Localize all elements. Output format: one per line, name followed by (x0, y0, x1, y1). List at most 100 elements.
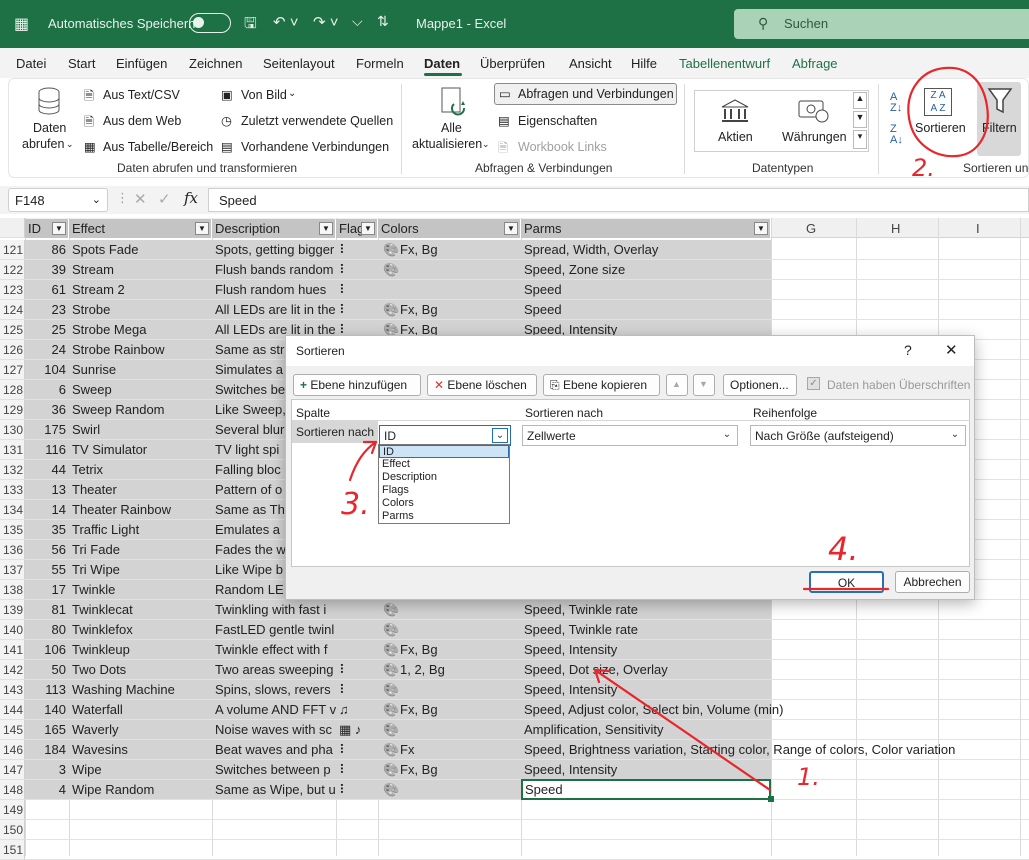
table-cell-effect[interactable]: Wipe (69, 760, 212, 780)
row-number[interactable]: 147 (0, 760, 25, 780)
table-cell-parms[interactable]: Speed, Intensity (521, 640, 1029, 660)
filter-button[interactable]: Filtern (977, 82, 1021, 156)
table-cell-id[interactable]: 36 (25, 400, 69, 420)
table-cell-effect[interactable]: Twinkle (69, 580, 212, 600)
row-number[interactable]: 136 (0, 540, 25, 560)
table-cell-id[interactable]: 81 (25, 600, 69, 620)
table-cell-effect[interactable]: Traffic Light (69, 520, 212, 540)
add-level-button[interactable]: + Ebene hinzufügen (293, 374, 421, 396)
table-cell-flag[interactable]: ⠇ (336, 260, 378, 280)
tab-datei[interactable]: Datei (16, 56, 46, 71)
tab-tabellenentwurf[interactable]: Tabellenentwurf (679, 56, 770, 71)
eigenschaften-button[interactable]: Eigenschaften (518, 114, 597, 128)
table-cell-flag[interactable] (336, 620, 378, 640)
gallery-down-button[interactable]: ▼ (853, 111, 867, 128)
has-headers-checkbox[interactable]: ✓ (807, 377, 820, 390)
table-cell-effect[interactable]: Tetrix (69, 460, 212, 480)
von-bild-button[interactable]: Von Bild (241, 88, 287, 102)
column-letter[interactable]: G (806, 221, 816, 236)
dropdown-option-effect[interactable]: Effect (379, 458, 509, 471)
row-number[interactable]: 142 (0, 660, 25, 680)
tab-seitenlayout[interactable]: Seitenlayout (263, 56, 335, 71)
table-cell-desc[interactable]: Switches between p (212, 760, 336, 780)
table-cell-flag[interactable] (336, 640, 378, 660)
table-cell-id[interactable]: 24 (25, 340, 69, 360)
table-header-cell[interactable]: Parms ▼ (521, 219, 771, 238)
table-cell-parms[interactable]: Speed, Intensity (521, 760, 1029, 780)
table-cell-id[interactable]: 13 (25, 480, 69, 500)
table-cell-id[interactable]: 80 (25, 620, 69, 640)
table-cell-id[interactable]: 184 (25, 740, 69, 760)
gallery-up-button[interactable]: ▲ (853, 92, 867, 109)
table-cell-parms[interactable]: Speed, Dot size, Overlay (521, 660, 1029, 680)
dropdown-option-colors[interactable]: Colors (379, 497, 509, 510)
select-all-corner[interactable] (0, 218, 25, 238)
table-cell-id[interactable]: 106 (25, 640, 69, 660)
row-number[interactable]: 128 (0, 380, 25, 400)
vorhandene-verbindungen-button[interactable]: Vorhandene Verbindungen (241, 140, 389, 154)
row-number[interactable]: 145 (0, 720, 25, 740)
row-number[interactable]: 135 (0, 520, 25, 540)
delete-level-button[interactable]: ✕ Ebene löschen (427, 374, 537, 396)
tab-ueberpruefen[interactable]: Überprüfen (480, 56, 545, 71)
table-cell-parms[interactable]: Speed, Brightness variation, Starting co… (521, 740, 1029, 760)
table-header-cell[interactable]: Effect ▼ (69, 219, 212, 238)
table-cell-flag[interactable]: ⠇ (336, 280, 378, 300)
table-cell-desc[interactable]: Twinkle effect with f (212, 640, 336, 660)
table-cell-effect[interactable]: Sunrise (69, 360, 212, 380)
table-cell-flag[interactable] (336, 600, 378, 620)
alle-aktualisieren-label-1[interactable]: Alle (441, 121, 462, 135)
row-number[interactable]: 141 (0, 640, 25, 660)
table-cell-colors[interactable]: Fx, Bg (378, 700, 521, 720)
table-cell-id[interactable]: 44 (25, 460, 69, 480)
aus-dem-web-button[interactable]: Aus dem Web (103, 114, 181, 128)
filter-dropdown-icon[interactable]: ▼ (195, 222, 209, 235)
row-number[interactable]: 149 (0, 800, 25, 820)
table-cell-flag[interactable]: ♫ (336, 700, 378, 720)
row-number[interactable]: 148 (0, 780, 25, 800)
tab-zeichnen[interactable]: Zeichnen (189, 56, 242, 71)
table-cell-desc[interactable]: Spins, slows, revers (212, 680, 336, 700)
table-cell-colors[interactable] (378, 680, 521, 700)
table-cell-parms[interactable]: Spread, Width, Overlay (521, 240, 1029, 260)
daten-abrufen-label-2[interactable]: abrufen (22, 137, 64, 151)
table-cell-id[interactable]: 50 (25, 660, 69, 680)
table-cell-effect[interactable]: Tri Wipe (69, 560, 212, 580)
table-cell-parms[interactable]: Speed, Twinkle rate (521, 620, 1029, 640)
table-cell-id[interactable]: 17 (25, 580, 69, 600)
table-cell-effect[interactable]: Strobe Rainbow (69, 340, 212, 360)
table-cell-flag[interactable]: ⠇ (336, 300, 378, 320)
customize-toolbar-icon[interactable]: ⌵ (352, 13, 363, 30)
table-cell-effect[interactable]: Two Dots (69, 660, 212, 680)
waehrungen-button[interactable]: Währungen (782, 130, 847, 144)
row-number[interactable]: 131 (0, 440, 25, 460)
daten-abrufen-label-1[interactable]: Daten (33, 121, 66, 135)
row-number[interactable]: 129 (0, 400, 25, 420)
table-cell-id[interactable]: 113 (25, 680, 69, 700)
name-box[interactable]: F148 ⌄ (8, 188, 108, 212)
table-cell-id[interactable]: 25 (25, 320, 69, 340)
table-cell-colors[interactable]: Fx, Bg (378, 300, 521, 320)
row-number[interactable]: 123 (0, 280, 25, 300)
table-cell-desc[interactable]: Flush random hues (212, 280, 336, 300)
tab-start[interactable]: Start (68, 56, 95, 71)
table-cell-id[interactable]: 23 (25, 300, 69, 320)
table-cell-parms[interactable]: Speed (521, 300, 1029, 320)
row-number[interactable]: 150 (0, 820, 25, 840)
column-letter[interactable]: I (976, 221, 980, 236)
filter-dropdown-icon[interactable]: ▼ (52, 222, 66, 235)
tab-daten[interactable]: Daten (424, 56, 460, 71)
table-cell-colors[interactable]: 1, 2, Bg (378, 660, 521, 680)
table-cell-effect[interactable]: Tri Fade (69, 540, 212, 560)
table-cell-parms[interactable]: Speed, Intensity (521, 680, 1029, 700)
table-cell-id[interactable]: 140 (25, 700, 69, 720)
row-number[interactable]: 134 (0, 500, 25, 520)
table-cell-id[interactable]: 14 (25, 500, 69, 520)
table-cell-parms[interactable]: Amplification, Sensitivity (521, 720, 1029, 740)
table-cell-colors[interactable] (378, 780, 521, 800)
table-cell-parms[interactable]: Speed, Twinkle rate (521, 600, 1029, 620)
table-cell-colors[interactable] (378, 720, 521, 740)
table-cell-effect[interactable]: Sweep (69, 380, 212, 400)
table-cell-effect[interactable]: Theater Rainbow (69, 500, 212, 520)
row-number[interactable]: 130 (0, 420, 25, 440)
